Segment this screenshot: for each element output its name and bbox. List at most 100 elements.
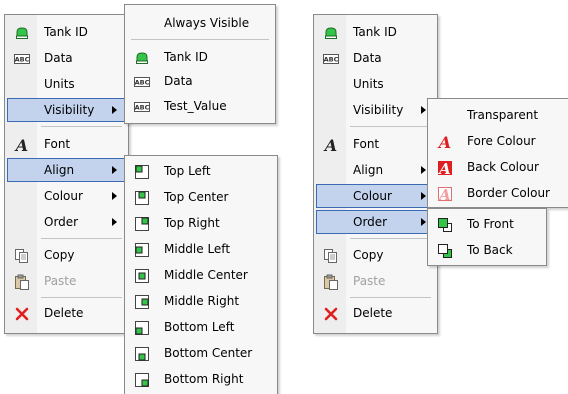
menu-item-bottom-right[interactable]: Bottom Right — [127, 367, 275, 391]
separator — [350, 297, 431, 298]
menu-item-to-front[interactable]: To Front — [430, 212, 544, 236]
submenu-arrow-icon — [421, 218, 426, 226]
menu-item-colour[interactable]: Colour — [316, 184, 435, 208]
menu-item-to-back[interactable]: To Back — [430, 238, 544, 262]
menu-item-units[interactable]: Units — [7, 72, 126, 96]
menu-item-label: Middle Left — [164, 242, 231, 256]
align-bottom-right-icon — [134, 372, 150, 388]
menu-item-visibility-data[interactable]: Data — [127, 69, 273, 93]
menu-item-copy[interactable]: Copy — [7, 243, 126, 267]
menu-item-label: Visibility — [353, 103, 404, 117]
menu-item-label: Delete — [44, 306, 84, 320]
menu-item-delete[interactable]: Delete — [7, 301, 126, 325]
menu-item-middle-center[interactable]: Middle Center — [127, 263, 275, 287]
menu-item-colour[interactable]: Colour — [7, 184, 126, 208]
menu-item-align[interactable]: Align — [7, 158, 126, 182]
align-submenu: Top Left Top Center Top Right Middle Lef… — [124, 155, 278, 394]
menu-item-label: Align — [44, 163, 75, 177]
menu-item-data[interactable]: Data — [316, 46, 435, 70]
align-middle-right-icon — [134, 294, 150, 310]
menu-item-label: Data — [353, 51, 382, 65]
abc-icon — [323, 51, 339, 67]
menu-item-label: Delete — [353, 306, 393, 320]
separator — [41, 126, 122, 127]
font-icon — [14, 137, 30, 153]
menu-item-label: Fore Colour — [467, 134, 536, 148]
menu-item-visibility-tank-id[interactable]: Tank ID — [127, 45, 273, 69]
separator — [350, 126, 431, 127]
menu-item-visibility[interactable]: Visibility — [7, 98, 126, 122]
menu-item-bottom-left[interactable]: Bottom Left — [127, 315, 275, 339]
submenu-arrow-icon — [112, 218, 117, 226]
menu-item-bottom-center[interactable]: Bottom Center — [127, 341, 275, 365]
menu-item-label: Always Visible — [164, 16, 250, 30]
align-bottom-center-icon — [134, 346, 150, 362]
menu-item-label: Top Center — [164, 190, 229, 204]
menu-item-back-colour[interactable]: Back Colour — [430, 155, 566, 179]
separator — [350, 238, 431, 239]
menu-item-visibility[interactable]: Visibility — [316, 98, 435, 122]
tank-icon — [323, 25, 339, 41]
menu-item-label: Test_Value — [164, 99, 227, 113]
tank-icon — [14, 25, 30, 41]
menu-item-copy[interactable]: Copy — [316, 243, 435, 267]
menu-item-align[interactable]: Align — [316, 158, 435, 182]
submenu-arrow-icon — [421, 192, 426, 200]
context-menu-right: Tank ID Data Units Visibility Font Align… — [313, 14, 438, 334]
menu-item-fore-colour[interactable]: Fore Colour — [430, 129, 566, 153]
menu-item-label: Top Right — [164, 216, 220, 230]
separator — [131, 39, 269, 40]
colour-submenu: Transparent Fore Colour Back Colour Bord… — [427, 98, 568, 208]
menu-item-top-left[interactable]: Top Left — [127, 159, 275, 183]
menu-item-label: Tank ID — [164, 50, 208, 64]
abc-icon — [134, 99, 150, 115]
menu-item-visibility-test-value[interactable]: Test_Value — [127, 94, 273, 118]
align-middle-left-icon — [134, 242, 150, 258]
font-icon — [323, 137, 339, 153]
menu-item-label: Bottom Left — [164, 320, 235, 334]
menu-item-label: Colour — [353, 189, 392, 203]
menu-item-label: Top Left — [164, 164, 211, 178]
order-submenu: To Front To Back — [427, 208, 547, 266]
context-menu-left: Tank ID Data Units Visibility Font Align… — [4, 14, 129, 334]
menu-item-middle-left[interactable]: Middle Left — [127, 237, 275, 261]
align-bottom-left-icon — [134, 320, 150, 336]
menu-item-font[interactable]: Font — [316, 132, 435, 156]
menu-item-label: Paste — [353, 274, 386, 288]
bring-to-front-icon — [437, 217, 453, 233]
back-colour-icon — [437, 160, 453, 176]
copy-icon — [323, 248, 339, 264]
menu-item-font[interactable]: Font — [7, 132, 126, 156]
menu-item-label: Back Colour — [467, 160, 539, 174]
fore-colour-icon — [437, 134, 453, 150]
paste-icon — [14, 274, 30, 290]
menu-item-label: Visibility — [44, 103, 95, 117]
menu-item-label: Data — [164, 74, 193, 88]
menu-item-delete[interactable]: Delete — [316, 301, 435, 325]
menu-item-label: Tank ID — [353, 25, 397, 39]
menu-item-label: Order — [353, 215, 388, 229]
menu-item-label: Paste — [44, 274, 77, 288]
menu-item-transparent[interactable]: Transparent — [430, 103, 566, 127]
menu-item-middle-right[interactable]: Middle Right — [127, 289, 275, 313]
menu-item-label: Bottom Center — [164, 346, 253, 360]
separator — [41, 238, 122, 239]
menu-item-units[interactable]: Units — [316, 72, 435, 96]
menu-item-top-center[interactable]: Top Center — [127, 185, 275, 209]
submenu-arrow-icon — [112, 192, 117, 200]
menu-item-tank-id[interactable]: Tank ID — [7, 20, 126, 44]
menu-item-order[interactable]: Order — [7, 210, 126, 234]
menu-item-paste: Paste — [7, 269, 126, 293]
menu-item-data[interactable]: Data — [7, 46, 126, 70]
submenu-arrow-icon — [112, 106, 117, 114]
border-colour-icon — [437, 186, 453, 202]
delete-icon — [323, 306, 339, 322]
align-middle-center-icon — [134, 268, 150, 284]
menu-item-tank-id[interactable]: Tank ID — [316, 20, 435, 44]
visibility-submenu: Always Visible Tank ID Data Test_Value — [124, 4, 276, 124]
menu-item-top-right[interactable]: Top Right — [127, 211, 275, 235]
menu-item-always-visible[interactable]: Always Visible — [127, 11, 273, 35]
align-top-center-icon — [134, 190, 150, 206]
menu-item-order[interactable]: Order — [316, 210, 435, 234]
menu-item-border-colour[interactable]: Border Colour — [430, 181, 566, 205]
